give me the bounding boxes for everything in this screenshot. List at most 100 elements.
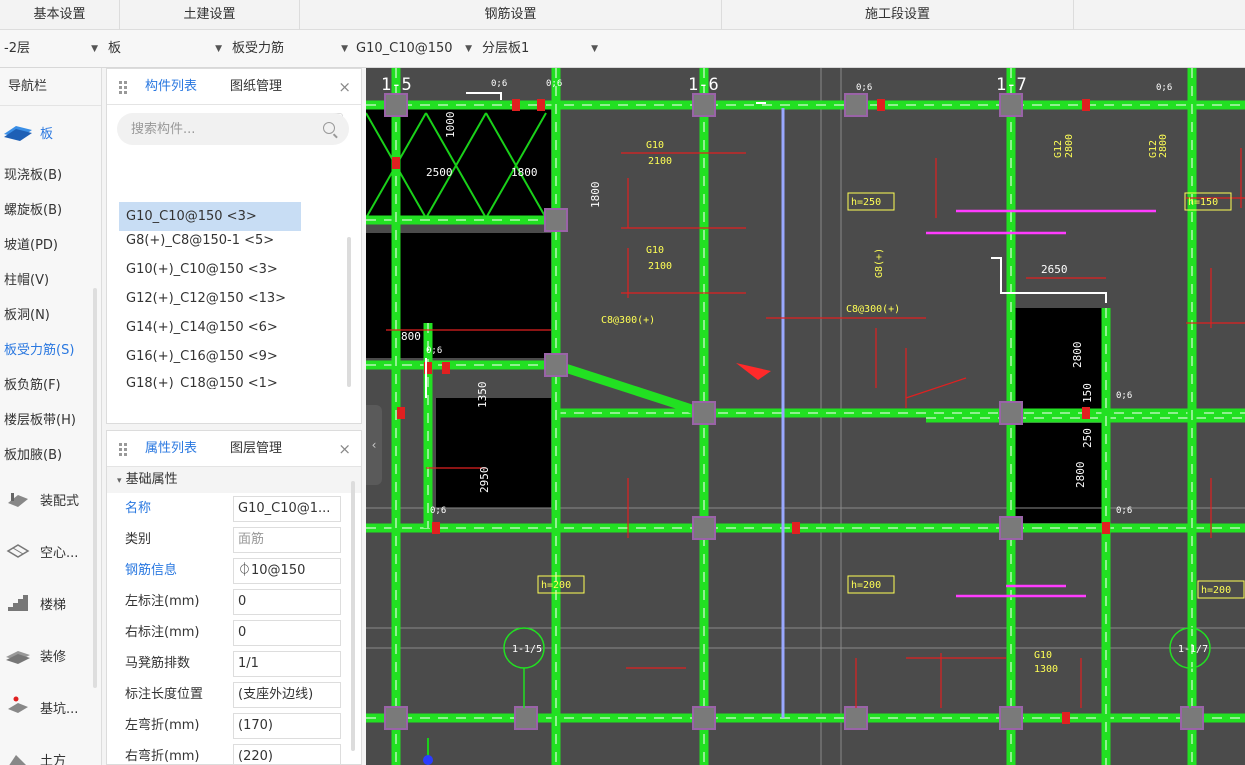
rebar-mark bbox=[1082, 407, 1090, 419]
property-scrollbar[interactable] bbox=[351, 481, 355, 751]
nav-item-slab-negative-rebar[interactable]: 板负筋(F) bbox=[0, 368, 101, 403]
nav-item-slab-rebar[interactable]: 板受力筋(S) bbox=[0, 333, 101, 368]
tab-layer-management[interactable]: 图层管理 bbox=[230, 431, 282, 467]
property-value-field[interactable]: (支座外边线) bbox=[233, 682, 341, 708]
component-select[interactable]: G10_C10@150 ▼ bbox=[352, 35, 476, 63]
rebar-mark bbox=[537, 99, 545, 111]
nav-group-stairs[interactable]: 楼梯 bbox=[0, 577, 101, 629]
nav-item-cast-slab[interactable]: 现浇板(B) bbox=[0, 158, 101, 193]
top-menu-bar: 基本设置 土建设置 钢筋设置 施工段设置 bbox=[0, 0, 1245, 30]
tab-construction-stage-settings[interactable]: 施工段设置 bbox=[722, 0, 1074, 30]
close-icon[interactable]: × bbox=[338, 431, 351, 467]
direction-arrow bbox=[736, 363, 771, 380]
cad-drawing-canvas[interactable]: 1-5 1-6 1-7 1-1/5 1-1/7 2500 1800 800 2650 2800 28… bbox=[366, 68, 1245, 765]
axis-label: 1-6 bbox=[688, 75, 719, 95]
property-value-field[interactable]: 0 bbox=[233, 620, 341, 646]
rebar-mark bbox=[792, 522, 800, 534]
small-tag: 0;6 bbox=[1156, 83, 1172, 93]
dimension-label: 2500 bbox=[426, 166, 453, 179]
rebar-tag: C8@300(+) bbox=[601, 315, 655, 326]
nav-group-prefab[interactable]: 装配式 bbox=[0, 473, 101, 525]
nav-item-floor-slab-strip[interactable]: 楼层板带(H) bbox=[0, 403, 101, 438]
nav-group-prefab-label: 装配式 bbox=[40, 493, 80, 509]
rebar-tag: 2100 bbox=[648, 261, 672, 272]
property-value-field[interactable]: (170) bbox=[233, 713, 341, 739]
component-type-select[interactable]: 板受力筋 ▼ bbox=[228, 35, 352, 63]
rebar-mark bbox=[512, 99, 520, 111]
property-value-field[interactable]: 1/1 bbox=[233, 651, 341, 677]
nav-group-decoration[interactable]: 装修 bbox=[0, 629, 101, 681]
dimension-label: 2950 bbox=[478, 467, 491, 494]
column-box bbox=[692, 401, 716, 425]
rebar-mark bbox=[442, 362, 450, 374]
slab-thickness-label: h=200 bbox=[1201, 585, 1231, 596]
property-group-basic[interactable]: ▾ 基础属性 bbox=[107, 467, 361, 493]
nav-item-spiral-slab[interactable]: 螺旋板(B) bbox=[0, 193, 101, 228]
category-select[interactable]: 板 ▼ bbox=[104, 35, 226, 63]
property-key: 马凳筋排数 bbox=[125, 656, 191, 671]
drag-handle-icon[interactable] bbox=[119, 443, 127, 457]
property-row: 左弯折(mm) (170) bbox=[107, 710, 361, 741]
list-item-selected[interactable]: G10_C10@150 <3> bbox=[119, 202, 301, 231]
layer-select[interactable]: 分层板1 ▼ bbox=[478, 35, 602, 63]
nav-item-ramp[interactable]: 坡道(PD) bbox=[0, 228, 101, 263]
collapse-panel-button[interactable]: ‹ bbox=[366, 405, 382, 485]
property-value-field[interactable]: 面筋 bbox=[233, 527, 341, 553]
list-item[interactable]: G16(+)_C16@150 <9> bbox=[107, 342, 347, 371]
small-tag: 0;6 bbox=[426, 346, 442, 356]
slab-thickness-label: h=150 bbox=[1188, 197, 1218, 208]
property-group-label: 基础属性 bbox=[125, 472, 178, 487]
component-list-scrollbar[interactable] bbox=[347, 237, 351, 387]
tab-basic-settings[interactable]: 基本设置 bbox=[0, 0, 120, 30]
tab-property-list[interactable]: 属性列表 bbox=[145, 431, 197, 467]
list-item[interactable]: G18(+)_C18@150 <1> bbox=[107, 371, 347, 389]
slab-icon bbox=[2, 120, 34, 144]
nav-group-earthwork-label: 土方 bbox=[40, 753, 67, 765]
property-value-field[interactable]: (220) bbox=[233, 744, 341, 765]
component-search[interactable] bbox=[117, 113, 349, 145]
property-key: 左弯折(mm) bbox=[125, 718, 200, 733]
property-key: 类别 bbox=[125, 532, 152, 547]
property-key: 左标注(mm) bbox=[125, 594, 200, 609]
rebar-mark bbox=[1082, 99, 1090, 111]
search-input[interactable] bbox=[117, 113, 317, 145]
column-box bbox=[544, 353, 568, 377]
column-box bbox=[384, 706, 408, 730]
close-icon[interactable]: × bbox=[338, 69, 351, 105]
axis-circle-label: 1-1/7 bbox=[1178, 644, 1208, 655]
nav-item-slab-haunch[interactable]: 板加腋(B) bbox=[0, 438, 101, 473]
slab-thickness-label: h=200 bbox=[541, 580, 571, 591]
dimension-label: 250 bbox=[1081, 428, 1094, 448]
prefab-icon bbox=[2, 487, 34, 511]
rebar-mark bbox=[877, 99, 885, 111]
tab-civil-settings[interactable]: 土建设置 bbox=[120, 0, 300, 30]
floor-select[interactable]: -2层 ▼ bbox=[0, 35, 102, 63]
nav-group-foundation-pit[interactable]: 基坑... bbox=[0, 681, 101, 733]
list-item[interactable]: G10(+)_C10@150 <3> bbox=[107, 255, 347, 284]
property-row: 名称 G10_C10@1... bbox=[107, 493, 361, 524]
beam bbox=[554, 360, 706, 418]
decoration-icon bbox=[2, 643, 34, 667]
list-item[interactable]: G14(+)_C14@150 <6> bbox=[107, 313, 347, 342]
drag-handle-icon[interactable] bbox=[119, 81, 127, 95]
nav-item-column-cap[interactable]: 柱帽(V) bbox=[0, 263, 101, 298]
property-value-field[interactable]: 0 bbox=[233, 589, 341, 615]
nav-group-slab[interactable]: 板 bbox=[0, 106, 101, 158]
component-list-panel: 构件列表 图纸管理 × ▼ ▸▸ G8(+)_C8@150 <1> G8(+)_… bbox=[106, 68, 362, 424]
property-value-field[interactable]: ⏀10@150 bbox=[233, 558, 341, 584]
list-item[interactable]: G12(+)_C12@150 <13> bbox=[107, 284, 347, 313]
tab-drawing-management[interactable]: 图纸管理 bbox=[230, 69, 282, 105]
property-panel: 属性列表 图层管理 × ▾ 基础属性 名称 G10_C10@1... 类别 面筋 钢筋信… bbox=[106, 430, 362, 765]
origin-indicator bbox=[423, 755, 433, 765]
property-value-field[interactable]: G10_C10@1... bbox=[233, 496, 341, 522]
tab-component-list[interactable]: 构件列表 bbox=[145, 69, 197, 105]
search-icon[interactable] bbox=[323, 122, 335, 134]
tab-rebar-settings[interactable]: 钢筋设置 bbox=[300, 0, 722, 30]
nav-item-slab-hole[interactable]: 板洞(N) bbox=[0, 298, 101, 333]
selector-row: -2层 ▼ 板 ▼ 板受力筋 ▼ G10_C10@150 ▼ 分层板1 ▼ bbox=[0, 30, 1245, 68]
cad-drawing[interactable]: 1-5 1-6 1-7 1-1/5 1-1/7 2500 1800 800 2650 2800 28… bbox=[366, 68, 1245, 765]
nav-group-earthwork[interactable]: 土方 bbox=[0, 733, 101, 765]
dimension-label: 2800 bbox=[1071, 342, 1084, 369]
nav-group-hollow[interactable]: 空心... bbox=[0, 525, 101, 577]
nav-scrollbar[interactable] bbox=[93, 288, 97, 688]
